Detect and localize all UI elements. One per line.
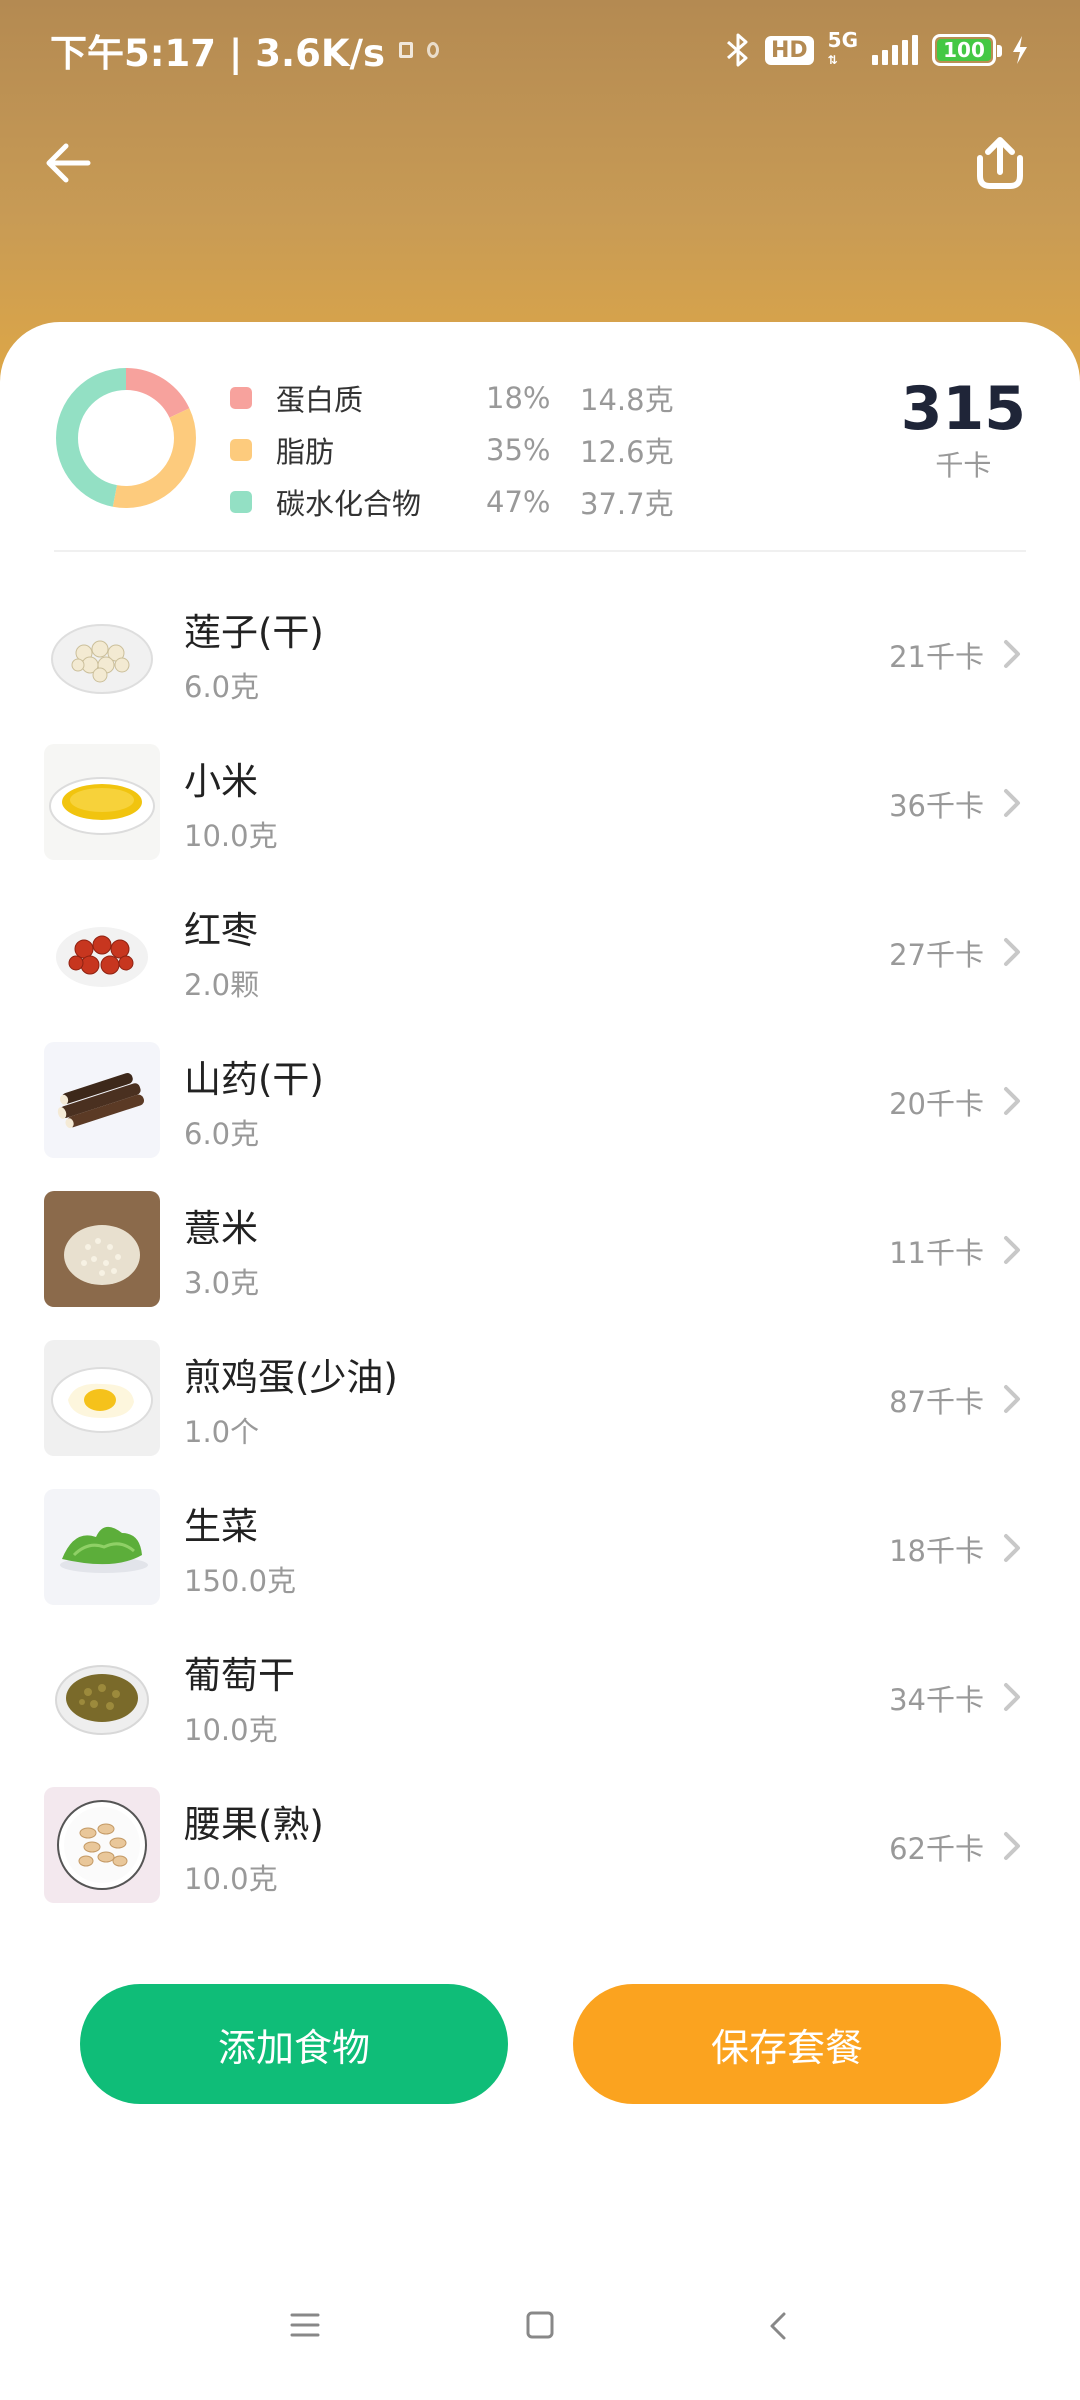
food-calories: 87千卡 [889, 1385, 984, 1419]
lettuce-icon [44, 1489, 160, 1605]
system-navigation-bar [0, 2300, 1080, 2360]
divider [54, 550, 1026, 552]
food-name: 薏米 [184, 1207, 258, 1250]
macro-percent: 47% [486, 485, 551, 519]
hd-badge: HD [764, 35, 814, 65]
nutrition-summary: 蛋白质 18% 14.8克 脂肪 35% 12.6克 碳水化合物 47% 37.… [54, 366, 1026, 521]
food-item[interactable]: 葡萄干 10.0克 34千卡 [0, 1623, 1080, 1772]
food-calories: 62千卡 [889, 1832, 984, 1866]
food-name: 生菜 [184, 1505, 258, 1548]
barley-icon [44, 1191, 160, 1307]
total-calories: 315 千卡 [901, 374, 1026, 484]
food-amount: 10.0克 [184, 1862, 278, 1896]
food-calories: 20千卡 [889, 1087, 984, 1121]
location-icon [427, 42, 440, 58]
chevron-right-icon [1004, 1087, 1020, 1115]
lotus-seed-icon [44, 595, 160, 711]
food-amount: 6.0克 [184, 670, 260, 704]
meal-card: 蛋白质 18% 14.8克 脂肪 35% 12.6克 碳水化合物 47% 37.… [0, 322, 1080, 2400]
food-calories: 21千卡 [889, 640, 984, 674]
protein-color-dot [230, 387, 252, 409]
bluetooth-icon [726, 33, 748, 67]
food-amount: 1.0个 [184, 1415, 260, 1449]
food-name: 莲子(干) [184, 611, 324, 654]
save-meal-button[interactable]: 保存套餐 [573, 1984, 1001, 2104]
back-chevron-icon[interactable] [766, 2310, 790, 2342]
cashew-icon [44, 1787, 160, 1903]
fat-color-dot [230, 439, 252, 461]
food-calories: 11千卡 [889, 1236, 984, 1270]
status-bar: 下午5:17 | 3.6K/s HD 5G ⇅ 100 [0, 0, 1080, 100]
food-name: 山药(干) [184, 1058, 324, 1101]
chevron-right-icon [1004, 1683, 1020, 1711]
food-calories: 27千卡 [889, 938, 984, 972]
food-item[interactable]: 煎鸡蛋(少油) 1.0个 87千卡 [0, 1325, 1080, 1474]
food-item[interactable]: 红枣 2.0颗 27千卡 [0, 878, 1080, 1027]
food-item[interactable]: 山药(干) 6.0克 20千卡 [0, 1027, 1080, 1176]
status-time: 下午5:17 | 3.6K/s [50, 32, 386, 75]
food-name: 葡萄干 [184, 1654, 295, 1697]
chevron-right-icon [1004, 1832, 1020, 1860]
macro-grams: 14.8克 [580, 383, 674, 417]
macro-name: 碳水化合物 [276, 487, 422, 521]
chevron-right-icon [1004, 938, 1020, 966]
add-food-button[interactable]: 添加食物 [80, 1984, 508, 2104]
macro-percent: 35% [486, 433, 551, 467]
battery-icon: 100 [932, 34, 1002, 66]
notification-icon [399, 42, 414, 58]
macro-legend: 蛋白质 18% 14.8克 脂肪 35% 12.6克 碳水化合物 47% 37.… [230, 372, 674, 528]
fried-egg-icon [44, 1340, 160, 1456]
food-amount: 10.0克 [184, 819, 278, 853]
macro-row-protein: 蛋白质 18% 14.8克 [230, 372, 674, 424]
food-amount: 3.0克 [184, 1266, 260, 1300]
macro-row-carbs: 碳水化合物 47% 37.7克 [230, 476, 674, 528]
raisin-icon [44, 1638, 160, 1754]
share-upload-icon[interactable] [968, 130, 1032, 194]
macro-name: 脂肪 [276, 435, 335, 469]
food-list: 莲子(干) 6.0克 21千卡 小米 10.0克 36千卡 红枣 2.0颗 27… [0, 580, 1080, 1921]
yam-icon [44, 1042, 160, 1158]
millet-icon [44, 744, 160, 860]
food-item[interactable]: 腰果(熟) 10.0克 62千卡 [0, 1772, 1080, 1921]
macro-percent: 18% [486, 381, 551, 415]
charging-icon [1013, 36, 1027, 64]
food-name: 小米 [184, 760, 258, 803]
back-arrow-icon[interactable] [40, 135, 96, 191]
macro-name: 蛋白质 [276, 383, 364, 417]
food-amount: 2.0颗 [184, 968, 260, 1002]
food-item[interactable]: 莲子(干) 6.0克 21千卡 [0, 580, 1080, 729]
network-type: 5G ⇅ [827, 28, 858, 67]
home-square-icon[interactable] [525, 2310, 555, 2340]
macro-row-fat: 脂肪 35% 12.6克 [230, 424, 674, 476]
food-calories: 34千卡 [889, 1683, 984, 1717]
chevron-right-icon [1004, 1385, 1020, 1413]
chevron-right-icon [1004, 1534, 1020, 1562]
signal-icon [872, 35, 918, 65]
food-name: 腰果(熟) [184, 1803, 324, 1846]
menu-icon[interactable] [289, 2310, 321, 2340]
food-name: 煎鸡蛋(少油) [184, 1356, 398, 1399]
macro-grams: 37.7克 [580, 487, 674, 521]
food-item[interactable]: 薏米 3.0克 11千卡 [0, 1176, 1080, 1325]
food-amount: 150.0克 [184, 1564, 297, 1598]
food-amount: 6.0克 [184, 1117, 260, 1151]
chevron-right-icon [1004, 1236, 1020, 1264]
food-name: 红枣 [184, 909, 258, 952]
total-kcal-value: 315 [900, 374, 1026, 444]
jujube-icon [44, 893, 160, 1009]
food-amount: 10.0克 [184, 1713, 278, 1747]
chevron-right-icon [1004, 789, 1020, 817]
total-kcal-unit: 千卡 [935, 449, 992, 482]
food-item[interactable]: 小米 10.0克 36千卡 [0, 729, 1080, 878]
food-item[interactable]: 生菜 150.0克 18千卡 [0, 1474, 1080, 1623]
food-calories: 18千卡 [889, 1534, 984, 1568]
food-calories: 36千卡 [889, 789, 984, 823]
chevron-right-icon [1004, 640, 1020, 668]
macro-grams: 12.6克 [580, 435, 674, 469]
carbs-color-dot [230, 491, 252, 513]
macro-donut-chart [56, 368, 196, 508]
